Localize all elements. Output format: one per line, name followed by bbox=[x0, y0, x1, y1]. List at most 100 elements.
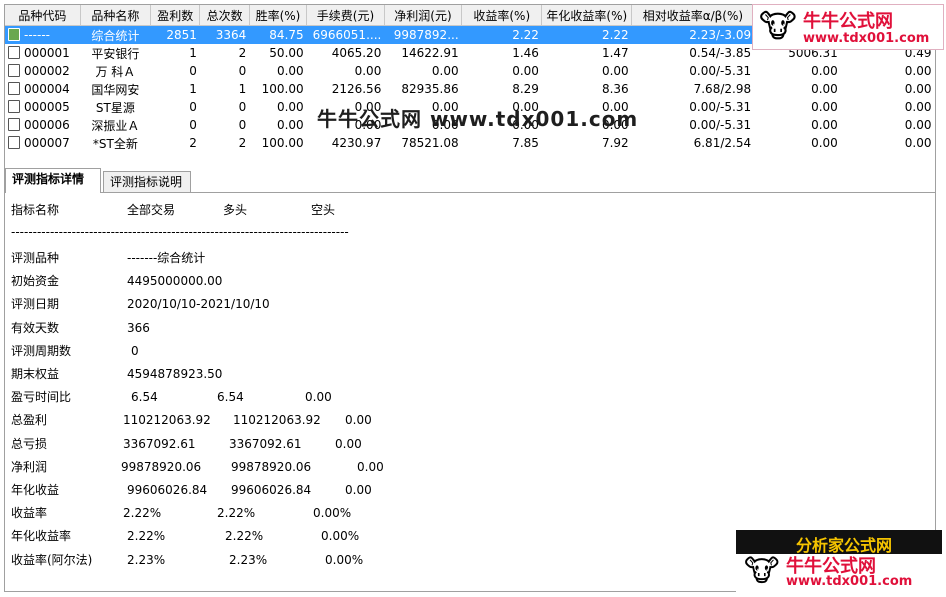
table-cell: 2 bbox=[238, 136, 247, 150]
column-header-3[interactable]: 总次数 bbox=[199, 5, 250, 26]
table-cell: 0 bbox=[238, 118, 247, 132]
table-row[interactable]: 000002 万 科Ａ 0 0 0.00 0.00 0.00 0.00 0.00 0.00/-5.… bbox=[5, 62, 935, 80]
column-header-5[interactable]: 手续费(元) bbox=[306, 5, 385, 26]
column-header-2[interactable]: 盈利数 bbox=[150, 5, 201, 26]
row-document-icon bbox=[8, 136, 20, 149]
table-cell: 2851 bbox=[150, 25, 200, 44]
table-row[interactable]: 000007 *ST全新 2 2 100.00 4230.97 78521.08 7.85 7.… bbox=[5, 134, 935, 152]
column-header-0[interactable]: 品种代码 bbox=[5, 5, 81, 26]
detail-item-label: 评测周期数 bbox=[11, 343, 72, 358]
main-window: 品种代码 品种名称 盈利数 总次数 胜率(%) 手续费(元) 净利润(元) 收益率(%) 年化收… bbox=[4, 4, 936, 592]
detail-item-label: 期末权益 bbox=[11, 367, 60, 381]
detail-item-value-short: 0.00 bbox=[345, 483, 372, 497]
column-header-7[interactable]: 收益率(%) bbox=[461, 5, 543, 26]
detail-item-label: 收益率(阿尔法) bbox=[11, 552, 93, 567]
detail-item-value-long: 2.22% bbox=[225, 529, 264, 544]
table-cell: 0.00 bbox=[431, 64, 459, 78]
detail-item-value-all: 0 bbox=[131, 343, 139, 358]
table-cell: 0.00/-5.31 bbox=[689, 100, 752, 114]
tab-indicator-description[interactable]: 评测指标说明 bbox=[103, 171, 191, 192]
table-cell: 7.92 bbox=[601, 136, 629, 150]
row-code: 000006 bbox=[24, 118, 70, 132]
table-cell: 8.36 bbox=[601, 82, 629, 96]
detail-item-value-short: 0.00% bbox=[325, 552, 364, 567]
table-cell: 14622.91 bbox=[401, 46, 459, 60]
column-header-1[interactable]: 品种名称 bbox=[80, 5, 152, 26]
table-cell: 0.00 bbox=[601, 64, 629, 78]
badge2-url: www.tdx001.com bbox=[786, 574, 913, 589]
column-header-6[interactable]: 净利润(元) bbox=[384, 5, 463, 26]
table-cell: 0.00/-5.31 bbox=[689, 64, 752, 78]
column-header-8[interactable]: 年化收益率(%) bbox=[541, 5, 633, 26]
cow-logo-icon: 🐮 bbox=[759, 7, 797, 45]
table-row[interactable]: 000004 国华网安 1 1 100.00 2126.56 82935.86 8.29 8.3… bbox=[5, 80, 935, 98]
table-cell: 2126.56 bbox=[331, 82, 382, 96]
row-code: 000005 bbox=[24, 100, 70, 114]
table-cell: 0 bbox=[189, 64, 197, 78]
table-cell: 0.00 bbox=[904, 100, 932, 114]
table-cell: 1 bbox=[189, 82, 197, 96]
detail-item-label: 盈亏时间比 bbox=[11, 390, 72, 405]
detail-item-label: 年化收益 bbox=[11, 483, 60, 497]
table-cell: 0.00 bbox=[354, 64, 382, 78]
table-cell: 84.75 bbox=[249, 25, 307, 44]
detail-item-label: 评测日期 bbox=[11, 297, 60, 312]
table-cell: 000005 bbox=[5, 98, 80, 116]
detail-item-value-all: 3367092.61 bbox=[123, 436, 196, 451]
row-document-icon bbox=[8, 64, 20, 77]
row-code: 000004 bbox=[24, 82, 70, 96]
table-cell: 78521.08 bbox=[401, 136, 459, 150]
badge-url: www.tdx001.com bbox=[803, 31, 930, 46]
detail-header-long: 多头 bbox=[223, 203, 248, 217]
table-cell: 1 bbox=[238, 82, 247, 96]
table-cell: 1.47 bbox=[601, 46, 629, 60]
badge-title: 牛牛公式网 bbox=[803, 11, 893, 32]
table-cell: 0 bbox=[238, 100, 247, 114]
table-cell: 6.81/2.54 bbox=[693, 136, 752, 150]
row-code: ------ bbox=[24, 28, 50, 42]
detail-item-value-all: 4495000000.00 bbox=[127, 274, 223, 289]
detail-header-short: 空头 bbox=[311, 203, 336, 217]
detail-item-value-all: 2.23% bbox=[127, 552, 166, 567]
detail-item-value-short: 0.00 bbox=[335, 436, 362, 451]
table-cell: 0.00 bbox=[811, 118, 838, 132]
table-cell: 0.00 bbox=[904, 136, 932, 150]
top-right-watermark-badge: 🐮 牛牛公式网 www.tdx001.com bbox=[752, 4, 944, 50]
detail-header-all: 全部交易 bbox=[127, 203, 176, 217]
detail-item-label: 总亏损 bbox=[11, 436, 48, 451]
table-cell: 000006 bbox=[5, 116, 80, 134]
table-cell: 2.23/-3.09 bbox=[631, 25, 755, 44]
table-cell: 9987892... bbox=[384, 25, 462, 44]
table-cell: 82935.86 bbox=[401, 82, 459, 96]
tab-indicator-details[interactable]: 评测指标详情 bbox=[5, 168, 101, 193]
row-code: 000007 bbox=[24, 136, 70, 150]
badge2-banner: 分析家公式网 bbox=[736, 530, 942, 555]
table-cell: 0.00 bbox=[904, 118, 932, 132]
table-cell: 1.46 bbox=[512, 46, 539, 60]
detail-item-value-short: 0.00% bbox=[313, 506, 352, 521]
detail-item-value-all: 2020/10/10-2021/10/10 bbox=[127, 297, 270, 312]
detail-item-label: 年化收益率 bbox=[11, 529, 72, 544]
table-cell: 0.00 bbox=[811, 100, 838, 114]
cow-logo-icon-2: 🐮 bbox=[744, 554, 780, 589]
detail-item-label: 总盈利 bbox=[11, 413, 48, 428]
detail-item-value-all: 99878920.06 bbox=[121, 459, 202, 474]
table-cell: 50.00 bbox=[269, 46, 304, 60]
detail-item-value-all: 4594878923.50 bbox=[127, 367, 223, 381]
table-cell: 2 bbox=[189, 136, 197, 150]
table-cell: 0 bbox=[189, 100, 197, 114]
column-header-4[interactable]: 胜率(%) bbox=[249, 5, 308, 26]
table-cell: 000004 bbox=[5, 80, 80, 98]
table-cell: 国华网安 bbox=[91, 82, 140, 97]
detail-item-label: 净利润 bbox=[11, 459, 48, 474]
table-cell: 2.22 bbox=[461, 25, 542, 44]
detail-item-label: 收益率 bbox=[11, 506, 48, 521]
table-cell: 0.00/-5.31 bbox=[689, 118, 752, 132]
table-cell: 0 bbox=[238, 64, 247, 78]
detail-item-value-all: 6.54 bbox=[131, 390, 158, 405]
table-cell: 万 科Ａ bbox=[95, 64, 136, 79]
table-cell: 0.00 bbox=[276, 64, 304, 78]
row-document-icon bbox=[8, 82, 20, 95]
detail-item-value-long: 99606026.84 bbox=[231, 483, 312, 497]
column-header-9[interactable]: 相对收益率α/β(%) bbox=[631, 5, 755, 26]
